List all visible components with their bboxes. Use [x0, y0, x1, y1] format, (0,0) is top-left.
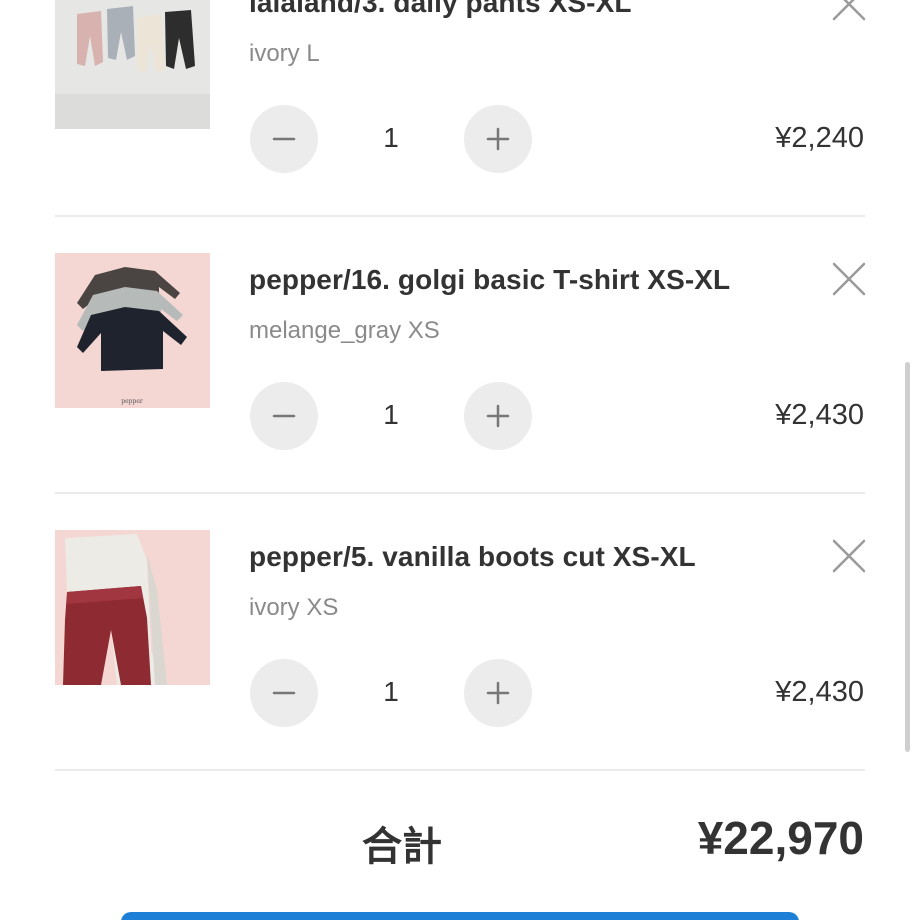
cart-page: lalaland/3. daily pants XS-XL ivory L 1 … — [0, 0, 920, 920]
remove-item-button[interactable] — [832, 539, 866, 573]
remove-item-button[interactable] — [832, 0, 866, 21]
total-value: ¥22,970 — [697, 812, 864, 864]
close-icon — [832, 0, 866, 21]
product-name[interactable]: pepper/16. golgi basic T-shirt XS-XL — [249, 264, 730, 296]
checkout-button[interactable] — [121, 912, 799, 920]
item-price: ¥2,430 — [775, 676, 864, 708]
minus-icon — [272, 691, 296, 695]
tshirt-photo-icon: pepper — [55, 253, 210, 408]
product-thumbnail-leggings[interactable] — [55, 530, 210, 685]
product-thumbnail-tshirt[interactable]: pepper — [55, 253, 210, 408]
thumbnail-caption: pepper — [121, 398, 143, 405]
decrement-quantity-button[interactable] — [250, 659, 318, 727]
remove-item-button[interactable] — [832, 262, 866, 296]
cart-item: lalaland/3. daily pants XS-XL ivory L 1 … — [0, 0, 920, 173]
product-name[interactable]: pepper/5. vanilla boots cut XS-XL — [249, 541, 696, 573]
close-icon — [832, 262, 866, 296]
product-variant: melange_gray XS — [249, 317, 440, 344]
pants-photo-icon — [55, 0, 210, 129]
total-divider — [55, 769, 865, 771]
plus-icon — [486, 681, 510, 705]
increment-quantity-button[interactable] — [464, 659, 532, 727]
total-label: 合計 — [362, 824, 442, 870]
product-variant: ivory L — [249, 40, 320, 67]
cart-item: pepper pepper/16. golgi basic T-shirt XS… — [0, 147, 920, 450]
scrollbar-thumb[interactable] — [905, 362, 910, 752]
quantity-value: 1 — [383, 676, 399, 707]
product-thumbnail-pants[interactable] — [55, 0, 210, 129]
cart-item: pepper/5. vanilla boots cut XS-XL ivory … — [0, 424, 920, 727]
close-icon — [832, 539, 866, 573]
product-name[interactable]: lalaland/3. daily pants XS-XL — [249, 0, 632, 19]
leggings-photo-icon — [55, 530, 210, 685]
product-variant: ivory XS — [249, 594, 339, 621]
